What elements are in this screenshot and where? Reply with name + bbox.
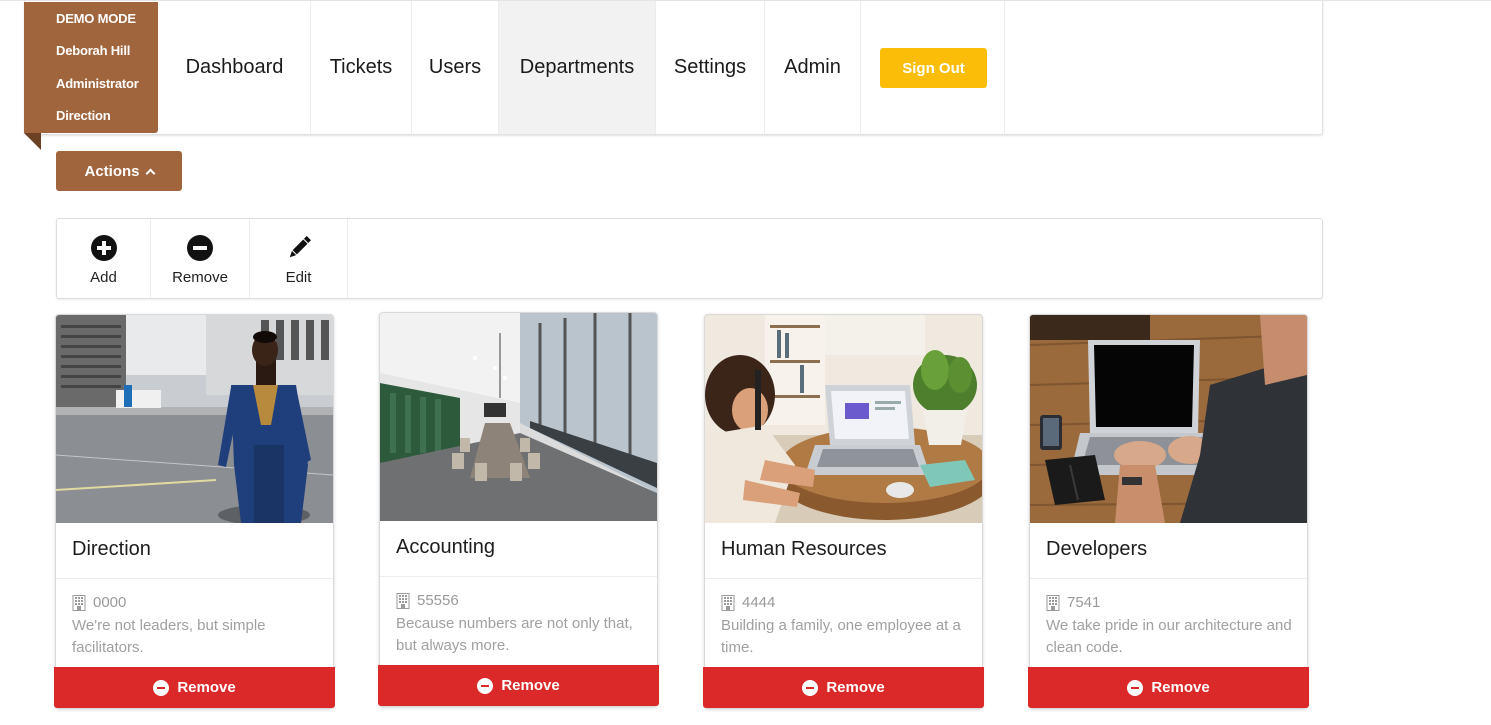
nav-dashboard[interactable]: Dashboard bbox=[159, 1, 311, 134]
ribbon-fold bbox=[24, 133, 41, 150]
remove-label: Remove bbox=[501, 677, 560, 694]
add-label: Add bbox=[90, 269, 117, 286]
user-name: Deborah Hill bbox=[56, 43, 131, 58]
remove-department-button[interactable]: Remove bbox=[378, 665, 659, 706]
minus-circle-icon bbox=[187, 235, 213, 261]
department-code-row: 0000 bbox=[72, 594, 126, 611]
plus-circle-icon bbox=[90, 235, 117, 261]
department-card[interactable]: Human Resources 4444 Building a family, … bbox=[703, 314, 984, 709]
minus-circle-icon bbox=[1127, 679, 1144, 696]
department-card[interactable]: Direction 0000 We're not leaders, but si… bbox=[54, 314, 335, 709]
department-code: 4444 bbox=[742, 594, 776, 611]
divider bbox=[705, 578, 982, 579]
department-description: We take pride in our architecture and cl… bbox=[1046, 617, 1292, 656]
remove-button[interactable]: Remove bbox=[151, 219, 250, 298]
department-photo bbox=[705, 315, 982, 523]
remove-label: Remove bbox=[172, 269, 228, 286]
minus-circle-icon bbox=[802, 679, 819, 696]
department-photo bbox=[1030, 315, 1307, 523]
chevron-up-icon bbox=[145, 168, 155, 178]
actions-label: Actions bbox=[84, 162, 140, 180]
department-code-row: 4444 bbox=[721, 594, 775, 611]
actions-toggle-button[interactable]: Actions bbox=[56, 151, 182, 191]
department-code-row: 7541 bbox=[1046, 594, 1100, 611]
add-button[interactable]: Add bbox=[57, 219, 151, 298]
divider bbox=[1030, 578, 1307, 579]
building-icon bbox=[1046, 594, 1060, 611]
department-code: 55556 bbox=[417, 592, 459, 609]
department-description: We're not leaders, but simple facilitato… bbox=[72, 617, 266, 656]
nav-tickets[interactable]: Tickets bbox=[311, 1, 412, 134]
remove-label: Remove bbox=[1151, 679, 1210, 696]
department-card[interactable]: Accounting 55556 Because numbers are not… bbox=[378, 312, 659, 707]
divider bbox=[380, 576, 657, 577]
department-card[interactable]: Developers 7541 We take pride in our arc… bbox=[1028, 314, 1309, 709]
top-navbar: Dashboard Tickets Users Departments Sett… bbox=[24, 1, 1323, 135]
department-photo bbox=[56, 315, 333, 523]
sign-out-button[interactable]: Sign Out bbox=[880, 48, 987, 88]
edit-button[interactable]: Edit bbox=[250, 219, 348, 298]
nav-settings[interactable]: Settings bbox=[656, 1, 765, 134]
demo-mode-label: DEMO MODE bbox=[56, 11, 136, 26]
user-department: Direction bbox=[56, 108, 111, 123]
building-icon bbox=[396, 592, 410, 609]
divider bbox=[56, 578, 333, 579]
building-icon bbox=[721, 594, 735, 611]
pencil-icon bbox=[289, 235, 311, 258]
minus-circle-icon bbox=[477, 677, 494, 694]
nav-users[interactable]: Users bbox=[412, 1, 499, 134]
building-icon bbox=[72, 594, 86, 611]
remove-department-button[interactable]: Remove bbox=[703, 667, 984, 708]
department-description: Building a family, one employee at a tim… bbox=[721, 617, 961, 656]
demo-user-badge: DEMO MODE Deborah Hill Administrator Dir… bbox=[24, 2, 158, 133]
remove-department-button[interactable]: Remove bbox=[1028, 667, 1309, 708]
department-name: Human Resources bbox=[721, 538, 887, 560]
department-description: Because numbers are not only that, but a… bbox=[396, 615, 633, 654]
department-name: Developers bbox=[1046, 538, 1148, 560]
remove-label: Remove bbox=[177, 679, 236, 696]
minus-circle-icon bbox=[153, 679, 170, 696]
department-code: 0000 bbox=[93, 594, 127, 611]
nav-departments[interactable]: Departments bbox=[499, 1, 656, 134]
department-code-row: 55556 bbox=[396, 592, 459, 609]
department-name: Accounting bbox=[396, 536, 495, 558]
remove-department-button[interactable]: Remove bbox=[54, 667, 335, 708]
department-photo bbox=[380, 313, 657, 521]
department-code: 7541 bbox=[1067, 594, 1101, 611]
edit-label: Edit bbox=[285, 269, 312, 286]
department-toolbar: Add Remove Edit bbox=[56, 218, 1323, 299]
department-name: Direction bbox=[72, 538, 151, 560]
nav-admin[interactable]: Admin bbox=[765, 1, 861, 134]
user-role: Administrator bbox=[56, 76, 139, 91]
remove-label: Remove bbox=[826, 679, 885, 696]
